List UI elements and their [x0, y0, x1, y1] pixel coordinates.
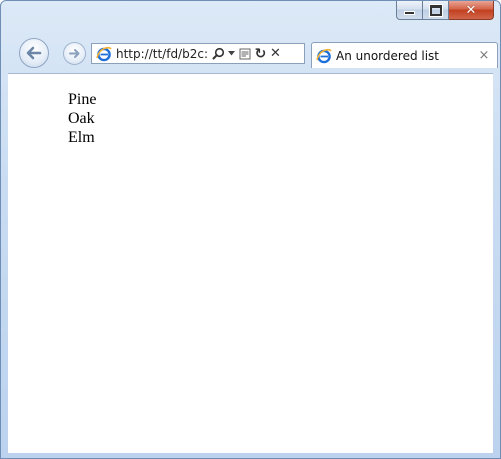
search-button[interactable] — [210, 44, 226, 63]
list-item: Elm — [68, 129, 95, 146]
search-icon — [212, 47, 224, 60]
unordered-list: Pine Oak Elm — [68, 90, 96, 147]
compatibility-view-button[interactable] — [237, 44, 253, 63]
refresh-icon: ↻ — [254, 45, 267, 62]
tab-active[interactable]: An unordered list × — [311, 42, 498, 68]
minimize-icon — [404, 11, 415, 15]
close-icon: ✕ — [465, 2, 477, 18]
minimize-button[interactable] — [396, 1, 423, 20]
forward-arrow-icon — [69, 49, 80, 58]
tab-title: An unordered list — [336, 48, 440, 63]
list-item: Oak — [68, 110, 95, 127]
caption-buttons: ✕ — [396, 1, 494, 20]
ie-page-icon — [96, 46, 112, 61]
page-content: Pine Oak Elm — [8, 73, 493, 453]
browser-window: ✕ http://tt/fd/b2c: ↻ ✕ An unordered lis… — [0, 0, 501, 459]
forward-button[interactable] — [63, 42, 86, 65]
stop-icon: ✕ — [270, 46, 281, 61]
address-tools: ↻ ✕ — [210, 44, 283, 63]
close-button[interactable]: ✕ — [449, 1, 494, 20]
back-button[interactable] — [19, 38, 49, 68]
address-bar[interactable]: http://tt/fd/b2c: ↻ ✕ — [91, 43, 305, 64]
ie-tab-icon — [316, 48, 332, 63]
back-arrow-icon — [26, 46, 42, 60]
navigation-bar: http://tt/fd/b2c: ↻ ✕ An unordered list … — [1, 33, 500, 73]
list-item: Pine — [68, 91, 97, 108]
maximize-button[interactable] — [423, 1, 449, 20]
address-url[interactable]: http://tt/fd/b2c: — [116, 47, 208, 61]
compatibility-view-icon — [239, 48, 251, 59]
search-dropdown[interactable] — [226, 44, 237, 63]
maximize-icon — [428, 3, 443, 17]
tab-close-icon[interactable]: × — [475, 48, 493, 63]
refresh-button[interactable]: ↻ — [253, 44, 268, 63]
chevron-down-icon — [228, 51, 235, 56]
stop-button[interactable]: ✕ — [268, 44, 283, 63]
